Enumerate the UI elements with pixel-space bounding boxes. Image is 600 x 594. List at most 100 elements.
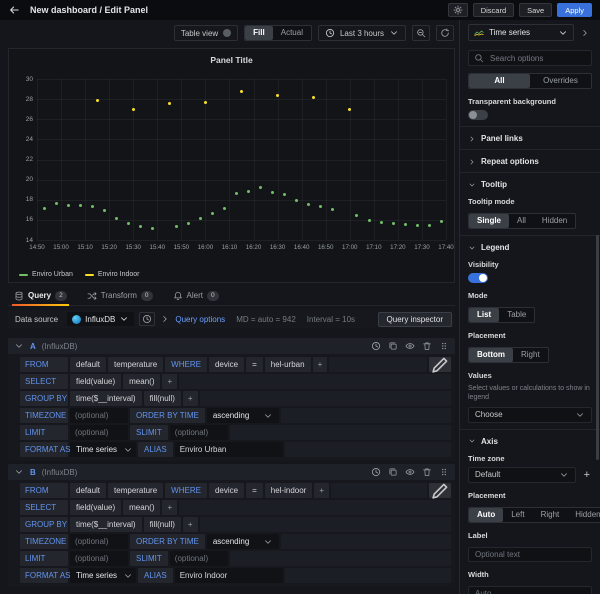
duplicate-query-icon[interactable] bbox=[388, 341, 398, 351]
keyword-chip-limit[interactable]: LIMIT bbox=[20, 551, 68, 566]
value-chip-time-interval-[interactable]: time($__interval) bbox=[70, 517, 142, 532]
value-chip-mean-[interactable]: mean() bbox=[123, 500, 160, 515]
query-select-time-series[interactable]: Time series bbox=[70, 442, 136, 457]
value-chip-temperature[interactable]: temperature bbox=[108, 483, 163, 498]
value-chip-default[interactable]: default bbox=[70, 357, 106, 372]
chevron-down-icon[interactable] bbox=[14, 341, 24, 351]
options-filter-option-overrides[interactable]: Overrides bbox=[530, 74, 591, 88]
keyword-chip-where[interactable]: WHERE bbox=[165, 357, 207, 372]
axis-placement-option-left[interactable]: Left bbox=[503, 508, 532, 522]
add-segment-chip[interactable]: + bbox=[162, 374, 177, 389]
axis-width-input[interactable] bbox=[468, 586, 592, 594]
legend-item[interactable]: Enviro Indoor bbox=[85, 271, 140, 278]
axis-label-input[interactable] bbox=[468, 547, 592, 562]
hide-query-icon[interactable] bbox=[405, 467, 415, 477]
axis-placement-option-hidden[interactable]: Hidden bbox=[567, 508, 600, 522]
tooltip-mode-option-hidden[interactable]: Hidden bbox=[534, 214, 575, 228]
keyword-chip-alias[interactable]: ALIAS bbox=[138, 568, 173, 583]
alias-input[interactable] bbox=[175, 568, 283, 583]
keyword-chip-format-as[interactable]: FORMAT AS bbox=[20, 568, 68, 583]
legend-series-label[interactable]: Enviro Indoor bbox=[98, 271, 140, 278]
keyword-chip-format-as[interactable]: FORMAT AS bbox=[20, 442, 68, 457]
query-header-a[interactable]: A(InfluxDB) bbox=[8, 338, 455, 354]
history-icon[interactable] bbox=[371, 341, 381, 351]
search-options-input[interactable] bbox=[488, 53, 586, 64]
keyword-chip-order-by-time[interactable]: ORDER BY TIME bbox=[130, 408, 205, 423]
legend-section-header[interactable]: Legend bbox=[468, 243, 592, 252]
apply-button[interactable]: Apply bbox=[557, 3, 592, 17]
add-segment-chip[interactable]: + bbox=[183, 391, 198, 406]
value-chip-device[interactable]: device bbox=[209, 483, 244, 498]
axis-placement-option-auto[interactable]: Auto bbox=[469, 508, 503, 522]
value-chip--[interactable]: = bbox=[246, 357, 263, 372]
value-chip-time-interval-[interactable]: time($__interval) bbox=[70, 391, 142, 406]
legend-visibility-toggle[interactable] bbox=[468, 273, 488, 283]
value-chip-temperature[interactable]: temperature bbox=[108, 357, 163, 372]
query-ref-label[interactable]: B bbox=[30, 468, 36, 477]
zoom-out-time-button[interactable] bbox=[412, 25, 430, 41]
time-range-picker[interactable]: Last 3 hours bbox=[318, 25, 406, 41]
edit-query-pencil-icon[interactable] bbox=[429, 357, 451, 372]
query-optional-input[interactable] bbox=[170, 551, 228, 566]
query-optional-input[interactable] bbox=[70, 408, 128, 423]
keyword-chip-limit[interactable]: LIMIT bbox=[20, 425, 68, 440]
drag-handle-icon[interactable] bbox=[439, 341, 449, 351]
query-optional-input[interactable] bbox=[70, 551, 128, 566]
chart-plot-area[interactable]: 30282624222018161414:5015:0015:1015:2015… bbox=[37, 79, 446, 240]
query-options-link[interactable]: Query options bbox=[175, 315, 225, 324]
query-optional-input[interactable] bbox=[170, 425, 228, 440]
legend-item[interactable]: Enviro Urban bbox=[19, 271, 73, 278]
legend-placement-option-right[interactable]: Right bbox=[513, 348, 548, 362]
query-history-button[interactable] bbox=[139, 312, 155, 326]
add-segment-chip[interactable]: + bbox=[162, 500, 177, 515]
keyword-chip-group-by[interactable]: GROUP BY bbox=[20, 391, 68, 406]
alias-input[interactable] bbox=[175, 442, 283, 457]
chevron-down-icon[interactable] bbox=[14, 467, 24, 477]
add-timezone-button[interactable]: + bbox=[582, 469, 592, 481]
tab-query[interactable]: Query2 bbox=[12, 286, 69, 305]
legend-mode-option-list[interactable]: List bbox=[469, 308, 499, 322]
query-select-ascending[interactable]: ascending bbox=[207, 534, 279, 549]
keyword-chip-from[interactable]: FROM bbox=[20, 357, 68, 372]
keyword-chip-alias[interactable]: ALIAS bbox=[138, 442, 173, 457]
keyword-chip-from[interactable]: FROM bbox=[20, 483, 68, 498]
query-header-b[interactable]: B(InfluxDB) bbox=[8, 464, 455, 480]
value-chip-mean-[interactable]: mean() bbox=[123, 374, 160, 389]
keyword-chip-slimit[interactable]: SLIMIT bbox=[130, 425, 168, 440]
value-chip-fill-null-[interactable]: fill(null) bbox=[144, 517, 181, 532]
keyword-chip-slimit[interactable]: SLIMIT bbox=[130, 551, 168, 566]
save-button[interactable]: Save bbox=[519, 3, 552, 17]
axis-section-header[interactable]: Axis bbox=[468, 437, 592, 446]
hide-query-icon[interactable] bbox=[405, 341, 415, 351]
query-ref-label[interactable]: A bbox=[30, 342, 36, 351]
axis-timezone-select[interactable]: Default bbox=[468, 467, 576, 483]
keyword-chip-timezone[interactable]: TIMEZONE bbox=[20, 408, 68, 423]
table-view-toggle[interactable]: Table view bbox=[174, 25, 238, 41]
query-optional-input[interactable] bbox=[70, 425, 128, 440]
panel-links-section[interactable]: Panel links bbox=[468, 134, 592, 143]
tab-transform[interactable]: Transform0 bbox=[85, 286, 155, 305]
options-filter-option-all[interactable]: All bbox=[469, 74, 530, 88]
fit-mode-option-fill[interactable]: Fill bbox=[245, 26, 273, 40]
value-chip-fill-null-[interactable]: fill(null) bbox=[144, 391, 181, 406]
refresh-button[interactable] bbox=[436, 25, 454, 41]
legend-values-select[interactable]: Choose bbox=[468, 407, 592, 423]
sidebar-scrollbar[interactable] bbox=[596, 235, 599, 460]
keyword-chip-group-by[interactable]: GROUP BY bbox=[20, 517, 68, 532]
dashboard-settings-button[interactable] bbox=[448, 3, 468, 17]
value-chip--[interactable]: = bbox=[246, 483, 263, 498]
duplicate-query-icon[interactable] bbox=[388, 467, 398, 477]
delete-query-icon[interactable] bbox=[422, 341, 432, 351]
back-icon[interactable] bbox=[8, 4, 20, 16]
add-segment-chip[interactable]: + bbox=[183, 517, 198, 532]
keyword-chip-select[interactable]: SELECT bbox=[20, 374, 68, 389]
keyword-chip-order-by-time[interactable]: ORDER BY TIME bbox=[130, 534, 205, 549]
discard-button[interactable]: Discard bbox=[473, 3, 514, 17]
visualization-picker[interactable]: Time series bbox=[468, 24, 574, 41]
datasource-picker[interactable]: InfluxDB bbox=[67, 312, 134, 326]
tab-alert[interactable]: Alert0 bbox=[171, 286, 221, 305]
query-optional-input[interactable] bbox=[70, 534, 128, 549]
legend-placement-option-bottom[interactable]: Bottom bbox=[469, 348, 513, 362]
transparent-background-toggle[interactable] bbox=[468, 110, 488, 120]
value-chip-field-value-[interactable]: field(value) bbox=[70, 374, 121, 389]
